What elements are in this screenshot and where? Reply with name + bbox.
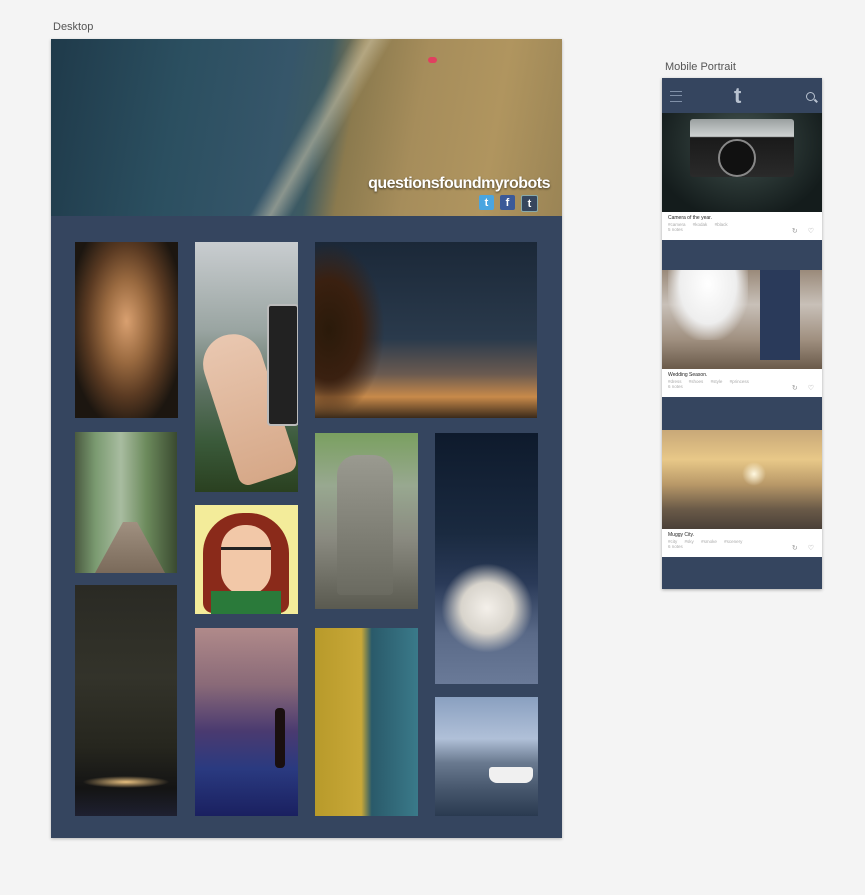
cartoon-glasses [221,547,271,564]
tag-link[interactable]: #style [711,379,723,384]
post-caption: Camera of the year. [668,215,712,221]
blog-title[interactable]: questionsfoundmyrobots [368,175,550,193]
mobile-top-bar: t [662,78,822,113]
post-caption: Muggy City. [668,532,695,538]
tumblr-icon[interactable]: t [521,195,538,212]
tumblr-logo-icon[interactable]: t [734,83,741,109]
post-tile-stars-art[interactable] [315,628,418,816]
reblog-icon[interactable]: ↻ [792,384,798,392]
mobile-post-card: Muggy City. #city #sky #smoke #scenery 6… [662,430,822,557]
post-tile-yacht[interactable] [435,697,538,816]
tag-link[interactable]: #sky [685,539,694,544]
tag-link[interactable]: #shoes [689,379,704,384]
heart-icon[interactable]: ♡ [808,384,814,392]
cartoon-shirt [211,591,281,614]
menu-icon[interactable] [670,91,682,102]
facebook-icon[interactable]: f [500,195,515,210]
mobile-frame-label: Mobile Portrait [665,61,736,73]
post-tile-cartoon[interactable] [195,505,298,614]
heart-icon[interactable]: ♡ [808,544,814,552]
post-actions: ↻ ♡ [792,227,814,235]
tag-link[interactable]: #smoke [701,539,717,544]
heart-icon[interactable]: ♡ [808,227,814,235]
desktop-frame-label: Desktop [53,21,94,33]
post-tile-cloud[interactable] [435,433,538,684]
post-image-camera[interactable] [662,113,822,212]
post-tile-night-sky[interactable] [315,242,537,418]
dress-shape [668,270,748,340]
post-image-wedding[interactable] [662,270,822,369]
post-tile-phone-photo[interactable] [195,242,298,492]
twitter-icon[interactable]: t [479,195,494,210]
city-lights [75,775,177,789]
post-tile-paddleboard[interactable] [195,628,298,816]
suit-shape [760,270,800,360]
tree-shape [315,242,385,418]
post-caption: Wedding Season. [668,372,708,378]
blog-header-image: questionsfoundmyrobots t f t [51,39,562,216]
reblog-icon[interactable]: ↻ [792,544,798,552]
boat-shape [489,767,533,783]
reblog-icon[interactable]: ↻ [792,227,798,235]
statue-shape [337,455,393,595]
paddler-shape [275,708,285,768]
camera-lens-shape [718,139,756,177]
post-meta: Camera of the year. #camera #kodak #blac… [662,212,822,240]
header-tent [428,57,437,63]
post-image-city[interactable] [662,430,822,529]
post-tile-bamboo-forest[interactable] [75,432,177,573]
post-actions: ↻ ♡ [792,384,814,392]
post-meta: Wedding Season. #dress #shoes #style #pr… [662,369,822,397]
cloud-shape [441,563,533,653]
search-icon[interactable] [806,92,815,101]
phone-shape [267,304,298,426]
mobile-post-card: Wedding Season. #dress #shoes #style #pr… [662,270,822,397]
tag-link[interactable]: #black [715,222,728,227]
mobile-post-card: Camera of the year. #camera #kodak #blac… [662,113,822,240]
post-actions: ↻ ♡ [792,544,814,552]
post-meta: Muggy City. #city #sky #smoke #scenery 6… [662,529,822,557]
post-tile-statue[interactable] [315,433,418,609]
tag-link[interactable]: #princess [730,379,749,384]
social-links: t f t [479,195,538,212]
mobile-artboard: t Camera of the year. #camera #kodak #bl… [662,78,822,589]
post-tile-portrait[interactable] [75,242,178,418]
desktop-artboard: questionsfoundmyrobots t f t [51,39,562,838]
tag-link[interactable]: #kodak [693,222,708,227]
path-shape [95,522,165,573]
sun-shape [742,462,766,486]
tag-link[interactable]: #scenery [724,539,742,544]
post-tile-night-city[interactable] [75,585,177,816]
